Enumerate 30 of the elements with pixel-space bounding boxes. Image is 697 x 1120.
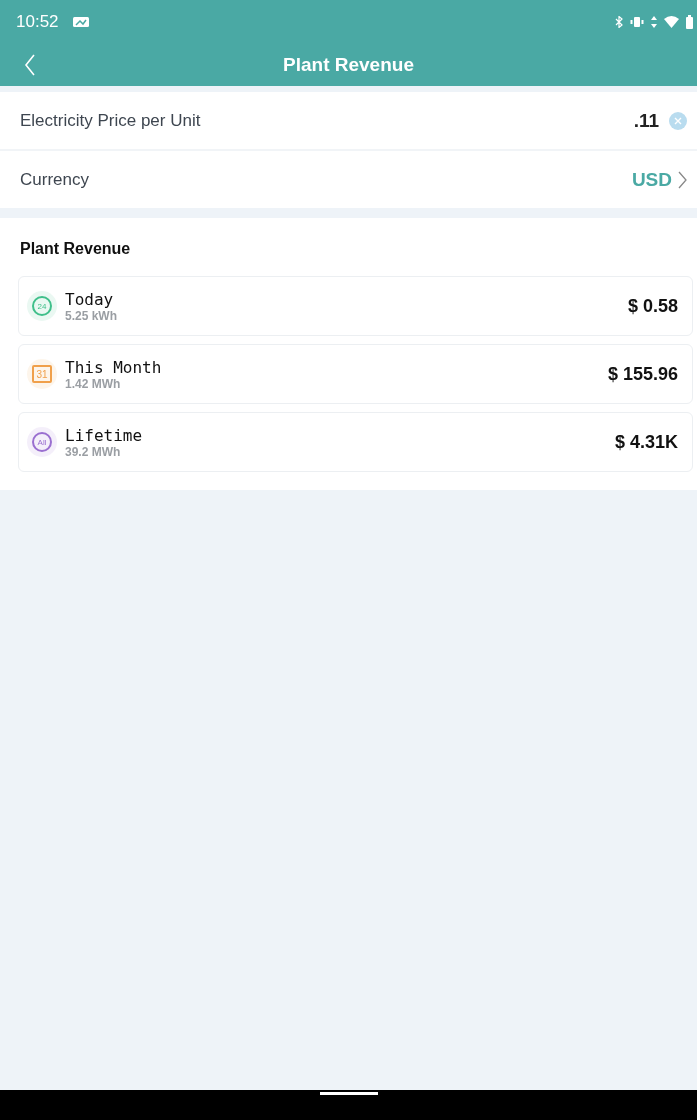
period-label: Today xyxy=(65,289,115,309)
period-icon: 31 xyxy=(32,365,52,383)
energy-value: 39.2 MWh xyxy=(65,444,122,459)
page-title: Plant Revenue xyxy=(282,54,415,76)
status-time: 10:52 xyxy=(16,12,59,32)
back-icon xyxy=(24,54,36,76)
period-icon: 24 xyxy=(32,296,52,316)
back-button[interactable] xyxy=(24,54,36,76)
revenue-amount: $ 0.58 xyxy=(627,295,678,317)
setting-label: Electricity Price per Unit xyxy=(20,110,201,131)
vibrate-icon xyxy=(630,17,644,27)
image-icon xyxy=(72,16,89,28)
energy-value: 5.25 kWh xyxy=(65,308,119,323)
wifi-icon xyxy=(664,16,679,28)
revenue-amount: $ 4.31K xyxy=(614,431,678,453)
chevron-right-icon xyxy=(678,170,687,189)
period-icon: All xyxy=(32,432,52,452)
setting-label: Currency xyxy=(20,169,89,190)
price-field[interactable]: .11 xyxy=(627,109,659,132)
period-label: This Month xyxy=(65,357,163,377)
energy-value: 1.42 MWh xyxy=(65,376,122,391)
revenue-amount: $ 155.96 xyxy=(607,363,678,385)
section-title: Plant Revenue xyxy=(20,240,132,258)
data-arrows-icon xyxy=(651,16,657,28)
clear-icon xyxy=(669,111,687,130)
home-handle[interactable] xyxy=(319,1092,378,1095)
battery-icon xyxy=(686,15,693,29)
clear-button[interactable] xyxy=(669,111,687,130)
bluetooth-icon xyxy=(615,16,623,28)
period-label: Lifetime xyxy=(65,425,144,445)
